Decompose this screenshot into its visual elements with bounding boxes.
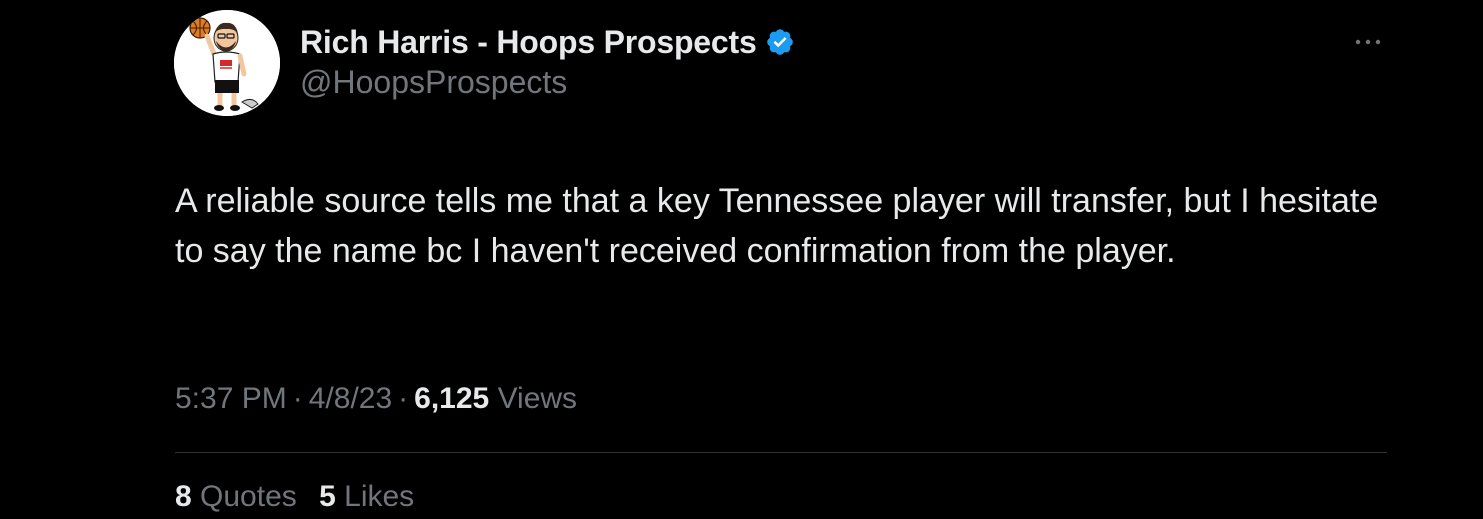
- tweet: Rich Harris - Hoops Prospects @HoopsPros…: [0, 0, 1483, 519]
- verified-badge-icon[interactable]: [765, 27, 795, 57]
- views-label: Views: [497, 382, 578, 415]
- quotes-stat[interactable]: 8 Quotes: [175, 480, 297, 513]
- author-display-name[interactable]: Rich Harris - Hoops Prospects: [300, 24, 757, 61]
- author-name-row: Rich Harris - Hoops Prospects: [300, 22, 795, 62]
- meta-separator: ·: [292, 382, 303, 415]
- divider: [175, 452, 1387, 453]
- tweet-time[interactable]: 5:37 PM: [175, 382, 287, 415]
- quotes-count: 8: [175, 480, 192, 513]
- avatar[interactable]: [174, 10, 280, 116]
- cartoon-avatar-icon: [174, 10, 280, 116]
- likes-label: Likes: [344, 480, 415, 513]
- more-options-icon[interactable]: [1350, 28, 1386, 56]
- quotes-label: Quotes: [200, 480, 297, 513]
- likes-stat[interactable]: 5 Likes: [319, 480, 414, 513]
- views-count: 6,125: [414, 382, 490, 415]
- tweet-date[interactable]: 4/8/23: [309, 382, 392, 415]
- likes-count: 5: [319, 480, 336, 513]
- author-handle[interactable]: @HoopsProspects: [300, 64, 567, 101]
- tweet-text: A reliable source tells me that a key Te…: [175, 182, 1379, 270]
- meta-separator: ·: [398, 382, 409, 415]
- engagement-stats: 8 Quotes 5 Likes: [175, 480, 428, 514]
- tweet-meta: 5:37 PM · 4/8/23 · 6,125 Views: [175, 382, 577, 416]
